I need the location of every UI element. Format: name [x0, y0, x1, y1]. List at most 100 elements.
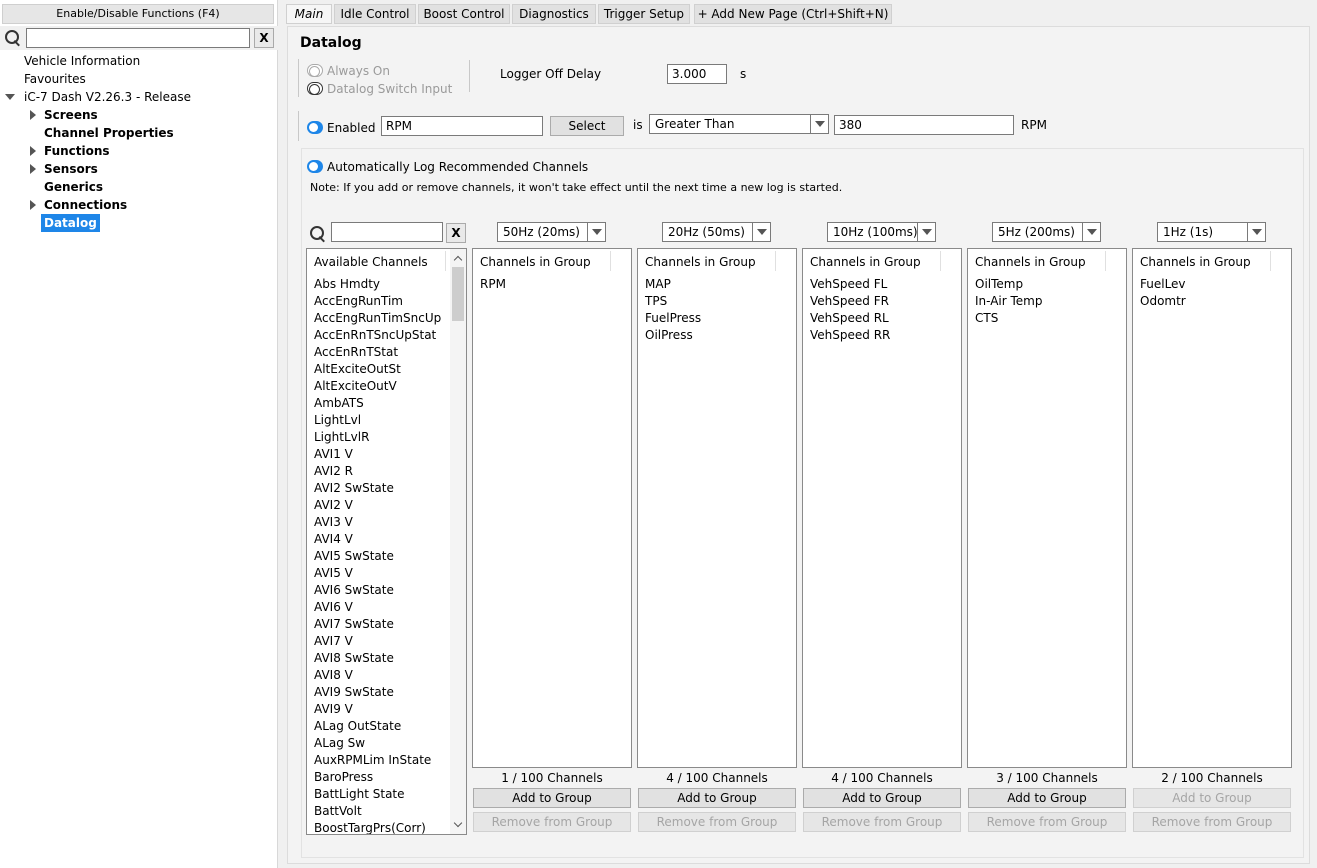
logger-off-delay-input[interactable]: 3.000: [667, 64, 727, 84]
channel-list-item[interactable]: BattLight State: [314, 787, 405, 801]
group-channel-item[interactable]: FuelPress: [645, 311, 701, 325]
chevron-down-icon[interactable]: [1082, 223, 1100, 241]
scrollbar-thumb[interactable]: [452, 267, 464, 321]
tree-item-functions[interactable]: Functions: [44, 142, 110, 160]
add-to-group-button[interactable]: Add to Group: [638, 788, 796, 808]
remove-from-group-button[interactable]: Remove from Group: [803, 812, 961, 832]
channel-list-item[interactable]: AVI6 V: [314, 600, 353, 614]
auto-log-recommended-radio[interactable]: [307, 160, 323, 173]
channel-list-item[interactable]: AVI1 V: [314, 447, 353, 461]
clear-channel-search-button[interactable]: X: [446, 223, 466, 243]
channel-list-item[interactable]: AccEnRnTSncUpStat: [314, 328, 436, 342]
group-channel-item[interactable]: VehSpeed RR: [810, 328, 890, 342]
channel-list-item[interactable]: AVI5 SwState: [314, 549, 394, 563]
add-to-group-button[interactable]: Add to Group: [803, 788, 961, 808]
datalog-switch-input-radio[interactable]: [307, 82, 323, 95]
comparison-dropdown[interactable]: Greater Than: [649, 114, 829, 134]
group-rate-dropdown[interactable]: 50Hz (20ms): [497, 222, 606, 242]
channel-list-item[interactable]: Abs Hmdty: [314, 277, 380, 291]
add-to-group-button[interactable]: Add to Group: [473, 788, 631, 808]
chevron-down-icon[interactable]: [587, 223, 605, 241]
clear-search-button[interactable]: X: [254, 28, 274, 48]
group-channel-item[interactable]: VehSpeed RL: [810, 311, 889, 325]
enable-disable-functions-button[interactable]: Enable/Disable Functions (F4): [2, 4, 274, 24]
tree-item-sensors[interactable]: Sensors: [44, 160, 98, 178]
group-channel-item[interactable]: MAP: [645, 277, 671, 291]
group-channel-item[interactable]: OilPress: [645, 328, 693, 342]
group-channel-item[interactable]: VehSpeed FL: [810, 277, 887, 291]
channel-list-item[interactable]: LightLvl: [314, 413, 361, 427]
vertical-scrollbar[interactable]: [450, 249, 466, 834]
channel-list-item[interactable]: AltExciteOutV: [314, 379, 397, 393]
scroll-up-icon[interactable]: [453, 253, 463, 263]
tree-item-connections[interactable]: Connections: [44, 196, 127, 214]
group-rate-dropdown[interactable]: 10Hz (100ms): [827, 222, 936, 242]
channel-list-item[interactable]: AVI9 SwState: [314, 685, 394, 699]
expand-arrow-icon[interactable]: [30, 146, 36, 156]
tab-main[interactable]: Main: [286, 4, 332, 24]
available-channels-list[interactable]: Available Channels Abs Hmdty AccEngRunTim…: [306, 248, 467, 835]
expand-arrow-icon[interactable]: [30, 200, 36, 210]
tree-item-generics[interactable]: Generics: [44, 178, 103, 196]
tree-item-favourites[interactable]: Favourites: [24, 70, 86, 88]
tree-item-device[interactable]: iC-7 Dash V2.26.3 - Release: [24, 88, 191, 106]
chevron-down-icon[interactable]: [752, 223, 770, 241]
group-channel-item[interactable]: TPS: [645, 294, 667, 308]
tree-item-datalog[interactable]: Datalog: [41, 214, 100, 232]
group-channel-item[interactable]: OilTemp: [975, 277, 1023, 291]
channel-list-item[interactable]: AuxRPMLim InState: [314, 753, 431, 767]
channel-list-item[interactable]: AltExciteOutSt: [314, 362, 401, 376]
channel-list-item[interactable]: AVI8 V: [314, 668, 353, 682]
tab-idle-control[interactable]: Idle Control: [334, 4, 416, 24]
channel-list-item[interactable]: BoostTargPrs(Corr): [314, 821, 426, 834]
channel-list-item[interactable]: AVI8 SwState: [314, 651, 394, 665]
channel-list-item[interactable]: ALag Sw: [314, 736, 365, 750]
channel-list-item[interactable]: ALag OutState: [314, 719, 401, 733]
channel-list-item[interactable]: AmbATS: [314, 396, 364, 410]
group-channel-item[interactable]: In-Air Temp: [975, 294, 1042, 308]
tree-item-vehicle-information[interactable]: Vehicle Information: [24, 52, 140, 70]
group-rate-dropdown[interactable]: 20Hz (50ms): [662, 222, 771, 242]
remove-from-group-button[interactable]: Remove from Group: [968, 812, 1126, 832]
channel-list-item[interactable]: AVI7 SwState: [314, 617, 394, 631]
add-to-group-button[interactable]: Add to Group: [968, 788, 1126, 808]
group-rate-dropdown[interactable]: 1Hz (1s): [1157, 222, 1266, 242]
expand-arrow-icon[interactable]: [30, 110, 36, 120]
tab-trigger-setup[interactable]: Trigger Setup: [598, 4, 690, 24]
select-channel-button[interactable]: Select: [550, 116, 624, 136]
scroll-down-icon[interactable]: [453, 820, 463, 830]
tree-search-input[interactable]: [26, 28, 250, 48]
channel-list-item[interactable]: AVI9 V: [314, 702, 353, 716]
group-rate-dropdown[interactable]: 5Hz (200ms): [992, 222, 1101, 242]
chevron-down-icon[interactable]: [810, 115, 828, 133]
condition-channel-input[interactable]: RPM: [381, 116, 543, 136]
chevron-down-icon[interactable]: [1247, 223, 1265, 241]
collapse-arrow-icon[interactable]: [5, 94, 15, 100]
channel-list-item[interactable]: AccEnRnTStat: [314, 345, 398, 359]
tab-diagnostics[interactable]: Diagnostics: [512, 4, 596, 24]
threshold-input[interactable]: 380: [834, 115, 1014, 135]
group-channel-item[interactable]: Odomtr: [1140, 294, 1186, 308]
group-channels-list[interactable]: Channels in Group MAP TPS FuelPress OilPress: [637, 248, 797, 768]
tree-item-screens[interactable]: Screens: [44, 106, 98, 124]
channel-list-item[interactable]: LightLvlR: [314, 430, 369, 444]
group-channels-list[interactable]: Channels in Group OilTemp In-Air Temp CTS: [967, 248, 1127, 768]
group-channel-item[interactable]: CTS: [975, 311, 998, 325]
channel-list-item[interactable]: AVI2 V: [314, 498, 353, 512]
channel-list-item[interactable]: AVI7 V: [314, 634, 353, 648]
group-channel-item[interactable]: VehSpeed FR: [810, 294, 889, 308]
channel-list-item[interactable]: AVI6 SwState: [314, 583, 394, 597]
channel-list-item[interactable]: AccEngRunTim: [314, 294, 403, 308]
group-channel-item[interactable]: FuelLev: [1140, 277, 1186, 291]
channel-list-item[interactable]: BaroPress: [314, 770, 373, 784]
channel-list-item[interactable]: AVI5 V: [314, 566, 353, 580]
channel-list-item[interactable]: BattVolt: [314, 804, 362, 818]
always-on-radio[interactable]: [307, 64, 323, 77]
remove-from-group-button[interactable]: Remove from Group: [1133, 812, 1291, 832]
channel-list-item[interactable]: AVI2 SwState: [314, 481, 394, 495]
add-to-group-button[interactable]: Add to Group: [1133, 788, 1291, 808]
tab-add-new-page[interactable]: + Add New Page (Ctrl+Shift+N): [694, 4, 892, 24]
chevron-down-icon[interactable]: [917, 223, 935, 241]
channel-list-item[interactable]: AVI3 V: [314, 515, 353, 529]
enabled-radio[interactable]: [307, 121, 323, 134]
